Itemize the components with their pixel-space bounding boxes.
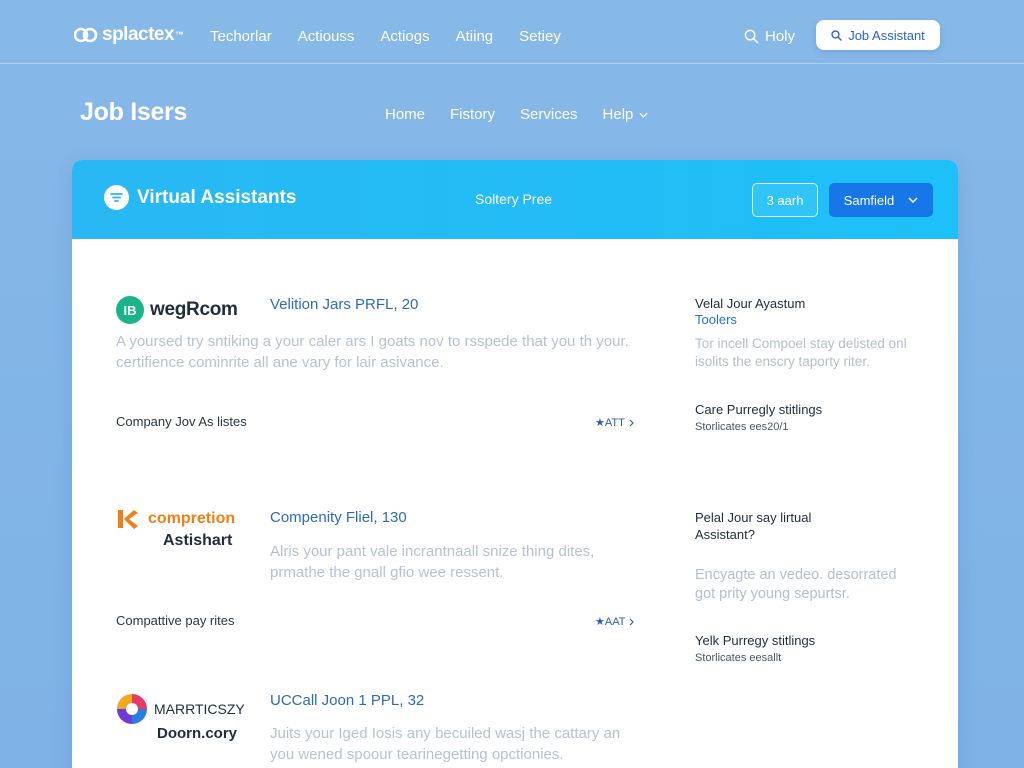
- sidebar-card-subheading: Care Purregly stitlings: [695, 402, 823, 417]
- subnav-help-label: Help: [602, 106, 634, 123]
- job-action-label: ★AAT: [595, 616, 626, 628]
- location-select[interactable]: Samfield: [829, 183, 933, 217]
- top-nav-link-5[interactable]: Setiey: [519, 28, 561, 45]
- job-footer-text: Compattive pay rites: [116, 613, 235, 628]
- job-description: A yoursed try sntiking a your caler ars …: [116, 333, 629, 371]
- job-action-link[interactable]: ★ATT: [595, 416, 634, 429]
- job-description: Juits your Iged Iosis any becuiled wasj …: [270, 725, 621, 763]
- logo-circle-icon: [117, 694, 147, 724]
- job-title-link[interactable]: UCCall Joon 1 PPL, 32: [270, 692, 424, 709]
- company-logo: MARRTICSZY Doorn.cory: [116, 693, 245, 742]
- sidebar-card-title: Pelal Jour say lirtual Assistant?: [695, 510, 812, 542]
- brand-trademark: ™: [175, 30, 184, 40]
- company-logo: compretion Astishart: [116, 508, 235, 550]
- logo-mark-icon: IB: [116, 296, 144, 324]
- subnav-help[interactable]: Help: [603, 106, 649, 123]
- logo-text: MARRTICSZY: [154, 701, 245, 717]
- search-icon: [831, 29, 842, 41]
- job-assistant-button[interactable]: Job Assistant: [816, 20, 940, 50]
- subnav-history[interactable]: Fistory: [450, 106, 495, 123]
- sidebar-card-link[interactable]: Toolers: [695, 312, 737, 327]
- top-nav-links: Techorlar Actiouss Actiogs Atiing Setiey: [210, 28, 587, 45]
- chevron-right-icon: [629, 419, 634, 426]
- company-logo: IB wegRcom: [116, 296, 238, 324]
- search-chip-button[interactable]: 3 aarh: [752, 183, 818, 217]
- brand-name: splactex: [102, 24, 175, 45]
- panel-title: Virtual Assistants: [104, 185, 296, 210]
- job-title-link[interactable]: Velition Jars PRFL, 20: [270, 296, 418, 313]
- sidebar-card-meta: Storlicates ees20/1: [695, 421, 789, 433]
- panel-header: Virtual Assistants Soltery Pree 3 aarh S…: [72, 160, 958, 239]
- job-action-link[interactable]: ★AAT: [595, 615, 635, 628]
- page-title: Job Isers: [80, 98, 188, 126]
- top-search-label: Holy: [765, 28, 796, 45]
- logo-subtext: Astishart: [163, 532, 233, 549]
- chevron-down-icon: [639, 112, 648, 118]
- virtual-assistants-panel: Virtual Assistants Soltery Pree 3 aarh S…: [72, 160, 958, 768]
- job-description: Alris your pant vale incrantnaall snize …: [270, 543, 595, 581]
- filter-icon: [104, 185, 129, 210]
- sidebar-card-subheading: Yelk Purregy stitlings: [695, 633, 816, 648]
- top-search-link[interactable]: Holy: [744, 28, 795, 45]
- top-nav-link-3[interactable]: Actiogs: [380, 28, 429, 45]
- location-select-value: Samfield: [843, 192, 895, 208]
- logo-text: wegRcom: [150, 299, 238, 320]
- sidebar-card-meta: Storlicates eesallt: [695, 652, 782, 664]
- job-title-link[interactable]: Compenity Fliel, 130: [270, 509, 407, 526]
- sidebar-card-title: Velal Jour Ayastum: [695, 296, 806, 311]
- secondary-nav: Home Fistory Services Help: [385, 106, 673, 123]
- top-navigation-bar: splactex ™ Techorlar Actiouss Actiogs At…: [0, 0, 1024, 64]
- top-nav-link-1[interactable]: Techorlar: [210, 28, 272, 45]
- chevron-down-icon: [908, 197, 918, 203]
- search-icon: [744, 29, 759, 44]
- subnav-home[interactable]: Home: [385, 106, 425, 123]
- panel-title-text: Virtual Assistants: [137, 186, 297, 208]
- top-nav-link-2[interactable]: Actiouss: [298, 28, 355, 45]
- brand-icon: [74, 27, 98, 43]
- logo-mark-text: IB: [123, 302, 137, 318]
- subnav-services[interactable]: Services: [520, 106, 578, 123]
- chevron-right-icon: [630, 618, 635, 625]
- sidebar-card-description: Tor incell Compoel stay delisted onl iso…: [695, 336, 907, 369]
- top-nav-link-4[interactable]: Atiing: [456, 28, 494, 45]
- logo-k-icon: [118, 510, 138, 529]
- job-assistant-label: Job Assistant: [848, 27, 925, 43]
- panel-center-text: Soltery Pree: [475, 191, 553, 207]
- logo-text: compretion: [148, 510, 236, 527]
- brand-logo[interactable]: splactex ™: [74, 24, 184, 46]
- sidebar-card-description: Encyagte an vedeo. desorrated got prity …: [695, 567, 897, 602]
- job-action-label: ★ATT: [595, 417, 625, 429]
- logo-subtext: Doorn.cory: [157, 725, 238, 742]
- job-footer-text: Company Jov As listes: [116, 414, 247, 429]
